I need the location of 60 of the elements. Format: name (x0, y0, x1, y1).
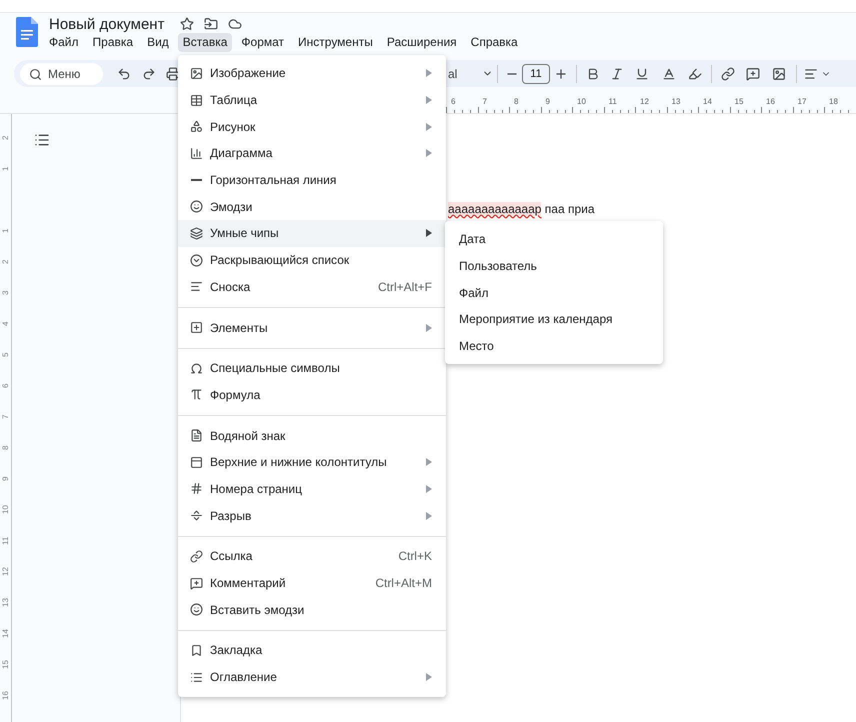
menu-item[interactable]: Рисунок (178, 113, 446, 140)
menu-search-field[interactable]: Меню (20, 62, 103, 84)
ruler-number: 14 (0, 628, 11, 640)
font-size-field[interactable]: 11 (522, 64, 550, 84)
menu-bar-item[interactable]: Вид (142, 33, 174, 52)
ruler-number: 7 (0, 413, 11, 421)
ruler-number: 11 (0, 535, 11, 547)
menu-item[interactable]: Раскрывающийся список (178, 246, 446, 274)
menu-bar-item[interactable]: Вставка (178, 33, 232, 52)
menu-item[interactable]: Номера страниц (178, 476, 446, 502)
font-name-dropdown[interactable]: al (446, 66, 482, 80)
ruler-number: 16 (0, 690, 11, 702)
menu-item[interactable]: Пользователь (445, 252, 663, 280)
menu-item[interactable]: Место (445, 332, 663, 360)
ruler-number: 3 (0, 289, 11, 297)
shortcut-text: Ctrl+Alt+F (378, 280, 432, 294)
menu-item[interactable]: Файл (445, 279, 663, 306)
ruler-number: 4 (0, 320, 11, 328)
menu-item[interactable]: Эмодзи (178, 193, 446, 220)
menu-item[interactable]: Таблица (178, 86, 446, 114)
ruler-number: 5 (0, 351, 11, 359)
menu-bar-item[interactable]: Формат (236, 33, 290, 52)
ruler-number: 2 (0, 258, 11, 266)
ruler-number: 13 (0, 597, 11, 609)
menu-bar-item[interactable]: Справка (466, 33, 523, 52)
ruler-number: 2 (0, 134, 11, 142)
menu-item[interactable]: Элементы (178, 314, 446, 341)
ruler-number: 15 (0, 659, 11, 671)
menu-item[interactable]: Разрыв (178, 502, 446, 529)
ruler-number: 1 (0, 227, 11, 235)
menu-item[interactable]: Специальные символы (178, 354, 446, 382)
shortcut-text: Ctrl+Alt+M (375, 576, 432, 590)
menu-bar-item[interactable]: Файл (44, 33, 84, 52)
ruler-number: 9 (0, 475, 11, 483)
menu-item[interactable]: Оглавление (178, 664, 446, 690)
ruler-number: 8 (0, 444, 11, 452)
menu-bar-item[interactable]: Инструменты (293, 33, 378, 52)
menu-item[interactable]: Комментарий Ctrl+Alt+M (178, 570, 446, 596)
document-text: ааааааааааааар паа приа (448, 202, 596, 216)
menu-item[interactable]: Изображение (178, 60, 446, 87)
menu-item[interactable]: Умные чипы (178, 220, 446, 247)
menu-item[interactable]: Закладка (178, 637, 446, 664)
menu-bar-item[interactable]: Правка (88, 33, 138, 52)
menu-item[interactable]: Формула (178, 382, 446, 408)
menu-item[interactable]: Сноска Ctrl+Alt+F (178, 274, 446, 300)
menu-item[interactable]: Дата (445, 226, 663, 253)
ruler-number: 10 (0, 504, 11, 516)
menu-item[interactable]: Верхние и нижние колонтитулы (178, 448, 446, 476)
menu-item[interactable]: Ссылка Ctrl+K (178, 543, 446, 570)
menu-item[interactable]: Водяной знак (178, 422, 446, 449)
document-title[interactable]: Новый документ (49, 14, 164, 33)
menu-bar-item[interactable]: Расширения (382, 33, 462, 52)
ruler-number: 12 (0, 566, 11, 578)
shortcut-text: Ctrl+K (398, 549, 432, 564)
ruler-number: 6 (0, 382, 11, 390)
menu-item[interactable]: Горизонтальная линия (178, 166, 446, 194)
menu-item[interactable]: Мероприятие из календаря (445, 306, 663, 333)
ruler-number: 1 (0, 165, 11, 173)
menu-item[interactable]: Диаграмма (178, 140, 446, 167)
menu-item[interactable]: Вставить эмодзи (178, 596, 446, 624)
